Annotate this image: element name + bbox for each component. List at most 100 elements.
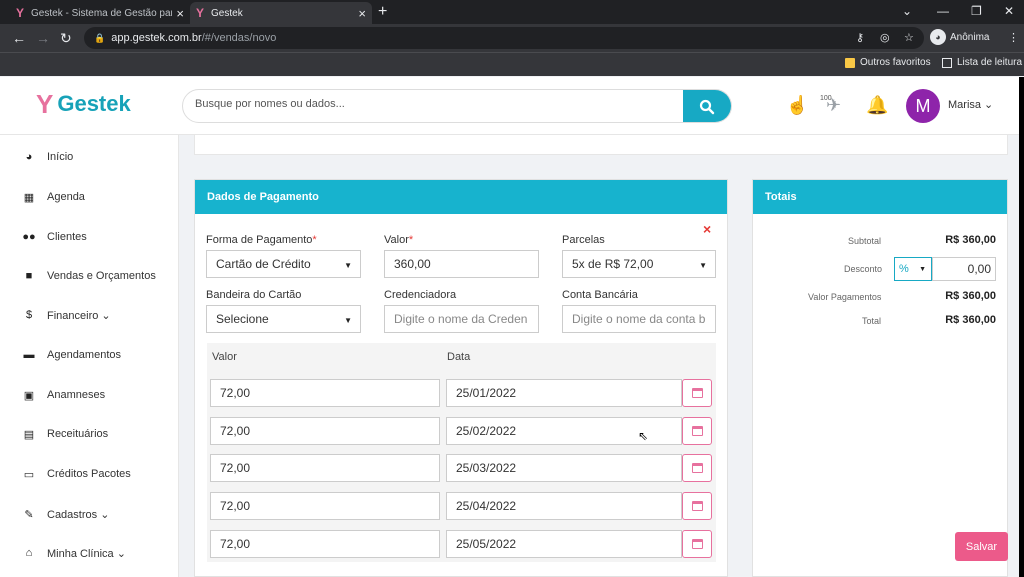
address-bar-row: ← → ↻ 🔒 app.gestek.com.br /#/vendas/novo… [0, 24, 1024, 52]
subtotal-value: R$ 360,00 [945, 234, 996, 246]
calendar-icon [691, 539, 703, 549]
valor-pagamentos-label: Valor Pagamentos [808, 292, 882, 302]
sidebar-item-minha-clinica[interactable]: ⌂ Minha Clínica ⌄ [0, 543, 126, 563]
installment-valor-input[interactable]: 72,00 [210, 454, 440, 482]
minimize-icon[interactable]: — [937, 4, 949, 18]
logo-mark-icon: Y [36, 89, 54, 119]
calendar-icon: ▬ [23, 349, 35, 361]
search-icon [699, 99, 715, 115]
sidebar-item-agenda[interactable]: ▦ Agenda [0, 187, 85, 207]
sidebar-item-clientes[interactable]: ●● Clientes [0, 227, 86, 247]
valor-label: Valor* [384, 234, 413, 246]
forma-pagamento-select[interactable]: Cartão de Crédito ▼ [206, 250, 361, 278]
credenciadora-input[interactable]: Digite o nome da Creden [384, 305, 539, 333]
scrollbar[interactable] [1019, 77, 1024, 577]
installment-valor-input[interactable]: 72,00 [210, 417, 440, 445]
close-tab-icon[interactable]: × [176, 6, 184, 21]
remove-payment-icon[interactable]: × [703, 221, 711, 237]
installment-valor-input[interactable]: 72,00 [210, 492, 440, 520]
parcelas-select[interactable]: 5x de R$ 72,00 ▼ [562, 250, 716, 278]
gestek-logo[interactable]: Y Gestek [36, 91, 131, 117]
select-value: 5x de R$ 72,00 [572, 257, 654, 271]
browser-tab-2[interactable]: Y Gestek × [190, 2, 372, 24]
star-icon[interactable]: ☆ [904, 31, 914, 44]
sidebar-item-label: Vendas e Orçamentos [47, 270, 156, 282]
date-picker-button[interactable] [682, 379, 712, 407]
forma-pagamento-label: Forma de Pagamento* [206, 234, 317, 246]
installment-date-input[interactable]: 25/04/2022 [446, 492, 682, 520]
eye-off-icon[interactable]: ◎ [880, 31, 890, 44]
search-input[interactable] [195, 98, 675, 110]
installment-date-input[interactable]: 25/03/2022 [446, 454, 682, 482]
payment-card-title: Dados de Pagamento [195, 180, 727, 214]
paper-plane-icon[interactable]: ✈ [826, 95, 841, 116]
date-picker-button[interactable] [682, 417, 712, 445]
sidebar-item-label: Receituários [47, 428, 109, 440]
caret-down-icon: ▼ [344, 316, 352, 325]
save-button[interactable]: Salvar [955, 532, 1008, 561]
menu-icon[interactable]: ⋮ [1008, 31, 1019, 44]
folder-icon [845, 57, 855, 68]
bell-icon[interactable]: 🔔 [866, 95, 888, 116]
column-header-valor: Valor [212, 351, 237, 363]
user-menu[interactable]: Marisa ⌄ [948, 98, 993, 111]
reading-list-icon [942, 57, 952, 68]
search-button[interactable] [683, 90, 731, 122]
mouse-cursor-icon: ⇖ [638, 429, 649, 443]
subtotal-label: Subtotal [848, 236, 882, 246]
reload-icon[interactable]: ↻ [60, 30, 72, 47]
sidebar-item-inicio[interactable]: ◕ Início [0, 147, 74, 167]
required-marker: * [312, 234, 317, 246]
browser-tab-1[interactable]: Y Gestek - Sistema de Gestão para × [10, 2, 190, 24]
installment-date-input[interactable]: 25/05/2022 [446, 530, 682, 558]
date-picker-button[interactable] [682, 454, 712, 482]
url-field[interactable]: 🔒 app.gestek.com.br /#/vendas/novo [84, 27, 924, 49]
back-icon[interactable]: ← [12, 30, 26, 46]
installment-date-input[interactable]: 25/01/2022 [446, 379, 682, 407]
avatar[interactable]: M [906, 89, 940, 123]
sidebar-item-vendas[interactable]: ■ Vendas e Orçamentos [0, 266, 156, 286]
totals-card-title: Totais [753, 180, 1007, 214]
restore-icon[interactable]: ❐ [971, 4, 982, 18]
sidebar-item-agendamentos[interactable]: ▬ Agendamentos [0, 345, 122, 365]
forward-icon[interactable]: → [36, 30, 50, 46]
other-bookmarks[interactable]: Outros favoritos [845, 57, 931, 68]
installment-valor-input[interactable]: 72,00 [210, 530, 440, 558]
bandeira-select[interactable]: Selecione ▼ [206, 305, 361, 333]
previous-card-bottom [194, 135, 1008, 155]
shopping-bag-icon: ■ [25, 270, 33, 282]
sidebar-item-anamneses[interactable]: ▣ Anamneses [0, 385, 105, 405]
valor-input[interactable]: 360,00 [384, 250, 539, 278]
profile-button[interactable]: ◕ Anônima [930, 29, 989, 45]
installment-valor-input[interactable]: 72,00 [210, 379, 440, 407]
sidebar-item-creditos[interactable]: ▭ Créditos Pacotes [0, 464, 131, 484]
desconto-input[interactable]: 0,00 [932, 257, 996, 281]
select-value: % [899, 263, 909, 275]
conta-bancaria-input[interactable]: Digite o nome da conta b [562, 305, 716, 333]
desconto-type-select[interactable]: % ▼ [894, 257, 932, 281]
bookmarks-bar: Outros favoritos Lista de leitura [0, 52, 1024, 76]
tab-search-icon[interactable]: ⌄ [902, 4, 912, 18]
reading-list-label: Lista de leitura [957, 57, 1023, 68]
sidebar-item-financeiro[interactable]: $ Financeiro ⌄ [0, 305, 111, 325]
close-tab-icon[interactable]: × [358, 6, 366, 21]
date-picker-button[interactable] [682, 530, 712, 558]
gestek-favicon: Y [16, 6, 25, 20]
date-picker-button[interactable] [682, 492, 712, 520]
sidebar-item-cadastros[interactable]: ✎ Cadastros ⌄ [0, 504, 109, 524]
close-window-icon[interactable]: ✕ [1004, 4, 1014, 18]
new-tab-icon[interactable]: + [378, 3, 387, 21]
sidebar-item-label: Cadastros ⌄ [47, 508, 110, 521]
caret-down-icon: ▼ [699, 261, 707, 270]
sidebar-item-receituarios[interactable]: ▤ Receituários [0, 424, 108, 444]
key-icon[interactable]: ⚷ [856, 31, 864, 44]
calendar-icon [691, 388, 703, 398]
required-marker: * [408, 234, 414, 246]
caret-down-icon: ▼ [344, 261, 352, 270]
calendar-icon: ▦ [23, 191, 35, 204]
app-header: Y Gestek ☝ 100 ✈ 🔔 M Marisa ⌄ [0, 77, 1019, 135]
hand-pointer-icon[interactable]: ☝ [786, 95, 808, 116]
reading-list[interactable]: Lista de leitura [942, 57, 1022, 68]
sidebar-item-label: Minha Clínica ⌄ [47, 547, 126, 560]
column-header-data: Data [447, 351, 471, 363]
